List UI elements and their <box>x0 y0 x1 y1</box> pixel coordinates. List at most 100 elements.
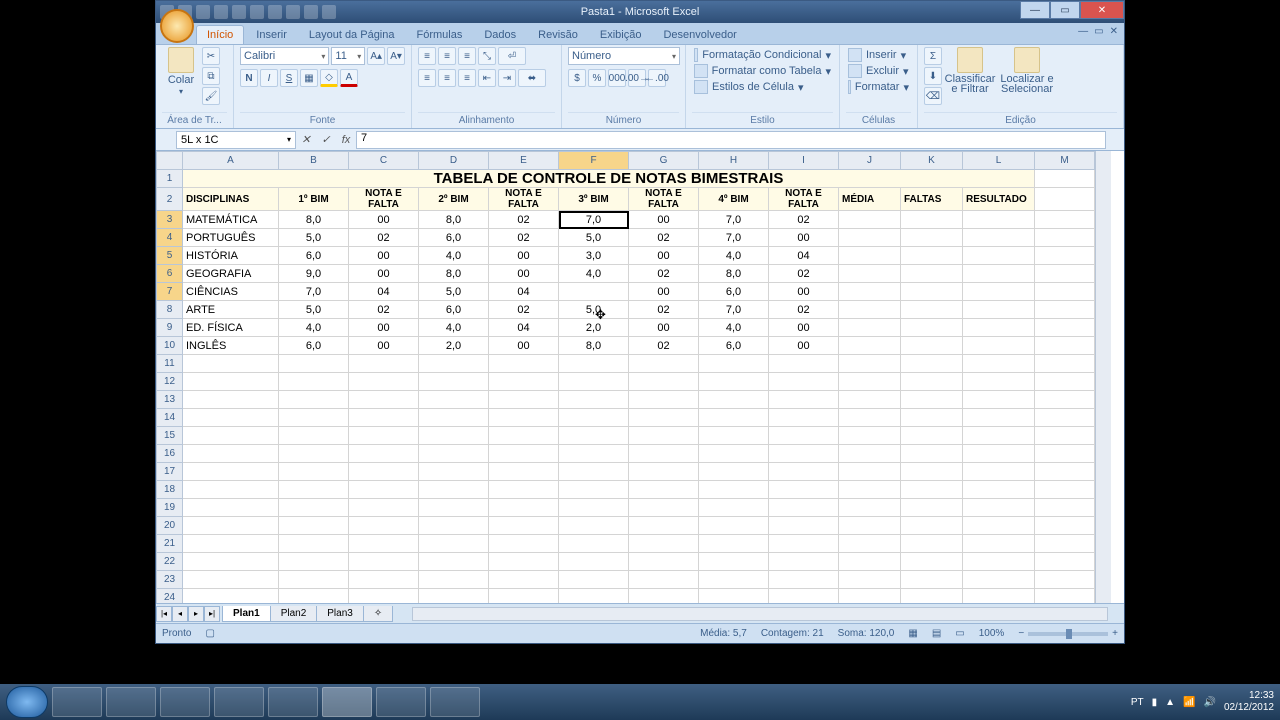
cell[interactable]: RESULTADO <box>963 188 1035 211</box>
cell[interactable] <box>559 571 629 589</box>
currency-button[interactable]: $ <box>568 69 586 87</box>
decrease-decimal-button[interactable]: ←.00 <box>648 69 666 87</box>
cell[interactable]: 7,0 <box>699 211 769 229</box>
row-header[interactable]: 5 <box>157 247 183 265</box>
cell[interactable]: 6,0 <box>419 301 489 319</box>
cell[interactable]: TABELA DE CONTROLE DE NOTAS BIMESTRAIS <box>183 170 1035 188</box>
taskbar-chrome-button[interactable] <box>268 687 318 717</box>
cell[interactable] <box>559 283 629 301</box>
cell[interactable] <box>279 553 349 571</box>
cell[interactable]: 04 <box>349 283 419 301</box>
decrease-indent-button[interactable]: ⇤ <box>478 69 496 87</box>
row-header[interactable]: 17 <box>157 463 183 481</box>
row-header[interactable]: 19 <box>157 499 183 517</box>
qat-icon[interactable] <box>214 5 228 19</box>
cell[interactable]: 02 <box>769 301 839 319</box>
cell[interactable] <box>559 463 629 481</box>
cell[interactable] <box>699 553 769 571</box>
mdi-restore-icon[interactable]: ▭ <box>1094 26 1103 37</box>
cell[interactable]: 00 <box>769 229 839 247</box>
minimize-button[interactable]: — <box>1020 1 1050 19</box>
cell[interactable]: 5,0 <box>279 301 349 319</box>
cell[interactable]: 00 <box>629 211 699 229</box>
cell[interactable] <box>183 391 279 409</box>
cell[interactable]: 04 <box>769 247 839 265</box>
cell[interactable]: MÉDIA <box>839 188 901 211</box>
cell[interactable] <box>183 373 279 391</box>
align-middle-button[interactable]: ≡ <box>438 47 456 65</box>
horizontal-scrollbar[interactable] <box>412 607 1108 621</box>
cell[interactable] <box>1035 229 1095 247</box>
cell[interactable] <box>839 553 901 571</box>
cell[interactable] <box>699 499 769 517</box>
orientation-button[interactable]: ⤡ <box>478 47 496 65</box>
cell[interactable] <box>1035 571 1095 589</box>
tab-dados[interactable]: Dados <box>474 26 526 44</box>
cell[interactable]: HISTÓRIA <box>183 247 279 265</box>
cell[interactable] <box>1035 188 1095 211</box>
cell[interactable] <box>901 535 963 553</box>
cell[interactable] <box>839 535 901 553</box>
cell[interactable] <box>279 427 349 445</box>
cell[interactable] <box>963 499 1035 517</box>
cell[interactable] <box>963 517 1035 535</box>
cell[interactable] <box>559 355 629 373</box>
cell[interactable] <box>901 301 963 319</box>
italic-button[interactable]: I <box>260 69 278 87</box>
cell[interactable] <box>183 535 279 553</box>
cell[interactable] <box>629 517 699 535</box>
row-header[interactable]: 3 <box>157 211 183 229</box>
cell[interactable] <box>839 571 901 589</box>
view-pagebreak-icon[interactable]: ▭ <box>955 628 964 639</box>
cell[interactable] <box>1035 265 1095 283</box>
office-button[interactable] <box>160 9 194 43</box>
cell[interactable] <box>1035 589 1095 604</box>
cell[interactable] <box>699 571 769 589</box>
cell[interactable] <box>559 391 629 409</box>
tab-exibicao[interactable]: Exibição <box>590 26 652 44</box>
cell[interactable] <box>183 571 279 589</box>
cell[interactable] <box>901 391 963 409</box>
cell[interactable]: 04 <box>489 319 559 337</box>
cell[interactable] <box>419 463 489 481</box>
cell[interactable] <box>839 301 901 319</box>
cell[interactable] <box>559 499 629 517</box>
cell[interactable] <box>699 535 769 553</box>
cell[interactable]: PORTUGUÊS <box>183 229 279 247</box>
cell[interactable] <box>901 319 963 337</box>
cell[interactable]: 00 <box>349 211 419 229</box>
cell[interactable] <box>901 283 963 301</box>
cell[interactable] <box>699 481 769 499</box>
cell[interactable] <box>279 409 349 427</box>
cell[interactable] <box>699 373 769 391</box>
cell[interactable] <box>963 301 1035 319</box>
cell[interactable] <box>1035 170 1095 188</box>
qat-icon[interactable] <box>322 5 336 19</box>
sheet-nav-last-icon[interactable]: ▸| <box>204 606 220 622</box>
paste-button[interactable]: Colar▾ <box>162 47 200 96</box>
cell[interactable] <box>419 391 489 409</box>
sort-filter-button[interactable]: Classificar e Filtrar <box>944 47 996 94</box>
cell[interactable] <box>699 355 769 373</box>
new-sheet-button[interactable]: ✧ <box>363 606 393 622</box>
cell[interactable] <box>629 391 699 409</box>
macro-record-icon[interactable]: ▢ <box>205 628 214 639</box>
col-header-G[interactable]: G <box>629 152 699 170</box>
view-layout-icon[interactable]: ▤ <box>932 628 941 639</box>
mdi-close-icon[interactable]: ✕ <box>1110 26 1118 37</box>
cell[interactable] <box>183 517 279 535</box>
taskbar-app-button[interactable] <box>430 687 480 717</box>
row-header[interactable]: 6 <box>157 265 183 283</box>
row-header[interactable]: 23 <box>157 571 183 589</box>
cell[interactable] <box>901 553 963 571</box>
cell[interactable]: 00 <box>349 247 419 265</box>
cell[interactable] <box>489 553 559 571</box>
row-header[interactable]: 22 <box>157 553 183 571</box>
cell[interactable] <box>839 391 901 409</box>
taskbar-explorer-button[interactable] <box>52 687 102 717</box>
cell[interactable] <box>279 445 349 463</box>
cell[interactable] <box>699 427 769 445</box>
cell[interactable] <box>349 373 419 391</box>
increase-indent-button[interactable]: ⇥ <box>498 69 516 87</box>
zoom-slider[interactable]: −+ <box>1018 628 1118 639</box>
